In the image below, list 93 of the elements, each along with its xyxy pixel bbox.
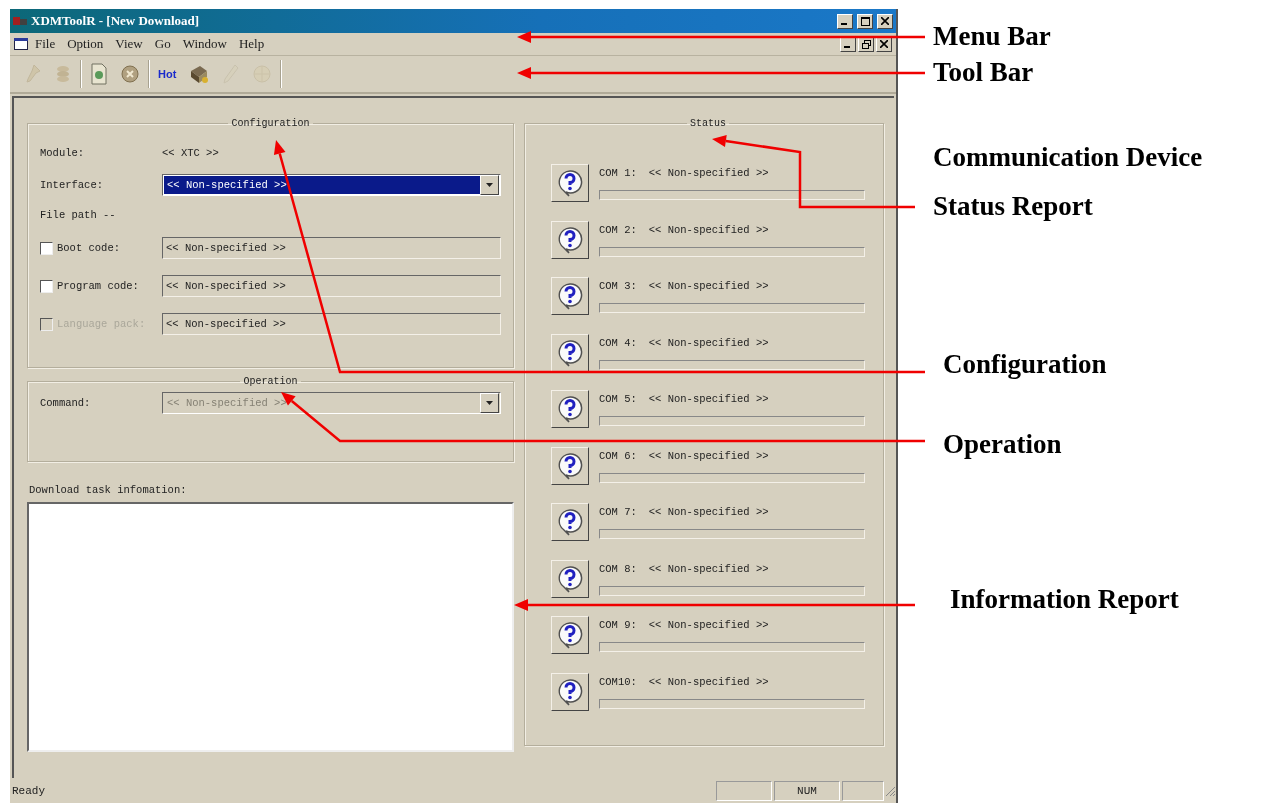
field-label: Interface:	[40, 179, 104, 191]
toolbar-button[interactable]: Hot	[154, 66, 181, 82]
port-label: COM10:	[599, 675, 637, 688]
close-button[interactable]	[877, 13, 893, 29]
port-status: << Non-specified >>	[648, 167, 769, 179]
pushpin-icon	[24, 63, 42, 85]
port-button[interactable]	[551, 446, 589, 485]
port-label: COM 5:	[599, 393, 637, 405]
callout-label: Communication Device	[933, 143, 1203, 173]
close-icon	[880, 40, 888, 48]
menu-item[interactable]: Help	[233, 36, 270, 52]
callout-label: Status Report	[933, 192, 1093, 222]
info-label: Download task infomation:	[29, 484, 188, 496]
port-status: << Non-specified >>	[648, 280, 769, 292]
port-button[interactable]	[551, 672, 589, 711]
resize-grip-icon	[884, 784, 896, 797]
document-icon	[14, 38, 28, 50]
port-button[interactable]	[551, 220, 589, 259]
port-button[interactable]	[551, 503, 589, 541]
close-icon	[881, 17, 889, 25]
menu-item[interactable]: File	[30, 36, 61, 52]
menu-item[interactable]: View	[110, 36, 148, 52]
help-bubble-icon	[557, 169, 583, 197]
checkbox-label: Boot code:	[57, 242, 120, 254]
maximize-button[interactable]	[857, 13, 873, 29]
coins-icon	[54, 63, 72, 85]
help-bubble-icon	[557, 451, 583, 480]
restore-icon	[861, 39, 871, 49]
callout-label: Menu Bar	[933, 22, 1051, 52]
file-path-field[interactable]: << Non-specified >>	[162, 275, 501, 297]
port-label: COM 2:	[599, 223, 637, 236]
port-status: << Non-specified >>	[648, 506, 769, 518]
circle-icon	[120, 64, 140, 84]
help-bubble-icon	[557, 621, 583, 649]
checkbox-label: Program code:	[57, 280, 139, 292]
port-label: COM 4:	[599, 336, 637, 349]
interface-dropdown[interactable]: << Non-specified >>	[162, 174, 501, 196]
callout-label: Tool Bar	[933, 58, 1034, 88]
port-label: COM 6:	[599, 449, 637, 462]
field-label: File path --	[40, 209, 117, 221]
help-bubble-icon	[557, 225, 583, 254]
field-label: Command:	[40, 397, 92, 409]
checkbox[interactable]	[40, 279, 53, 293]
globe-icon	[252, 64, 273, 84]
menu-item[interactable]: Option	[62, 36, 109, 52]
window-title: XDMToolR - [New Download]	[31, 13, 201, 29]
port-status: << Non-specified >>	[648, 336, 769, 349]
port-status: << Non-specified >>	[648, 562, 769, 575]
callout-label: Configuration	[943, 350, 1107, 380]
port-status: << Non-specified >>	[648, 449, 769, 462]
port-status: << Non-specified >>	[648, 619, 769, 631]
help-bubble-icon	[557, 282, 583, 310]
port-button[interactable]	[551, 616, 589, 654]
module-value: << XTC >>	[162, 147, 219, 159]
port-button[interactable]	[551, 164, 589, 202]
port-status: << Non-specified >>	[648, 393, 769, 405]
help-bubble-icon	[557, 395, 583, 423]
checkbox[interactable]	[40, 241, 53, 255]
status-indicator: NUM	[774, 780, 840, 801]
port-button[interactable]	[551, 277, 589, 315]
port-label: COM 8:	[599, 562, 637, 575]
port-label: COM 3:	[599, 280, 637, 292]
file-path-field[interactable]: << Non-specified >>	[162, 237, 501, 259]
status-pane	[842, 780, 884, 801]
port-button[interactable]	[551, 390, 589, 428]
chip-icon	[188, 63, 211, 85]
minimize-button[interactable]	[837, 13, 853, 29]
port-label: COM 1:	[599, 167, 637, 179]
port-status: << Non-specified >>	[648, 223, 769, 236]
help-bubble-icon	[557, 564, 583, 593]
status-message: Ready	[12, 784, 45, 797]
caret-icon	[486, 183, 493, 187]
caret-icon	[486, 401, 493, 405]
menu-item[interactable]: Go	[149, 36, 176, 52]
document-icon	[90, 63, 108, 85]
port-status: << Non-specified >>	[648, 675, 769, 688]
group-title: Operation	[242, 376, 299, 387]
maximize-icon	[860, 16, 870, 26]
callout-label: Information Report	[950, 585, 1179, 615]
port-label: COM 7:	[599, 506, 637, 518]
callout-label: Operation	[943, 430, 1062, 460]
port-button[interactable]	[551, 333, 589, 372]
port-button[interactable]	[551, 559, 589, 598]
field-label: Module:	[40, 147, 86, 159]
status-pane	[716, 780, 772, 801]
app-icon	[13, 15, 27, 27]
menu-item[interactable]: Window	[177, 36, 232, 52]
port-label: COM 9:	[599, 619, 637, 631]
help-bubble-icon	[557, 338, 583, 367]
group-title: Configuration	[230, 118, 311, 129]
help-bubble-icon	[557, 677, 583, 706]
help-bubble-icon	[557, 508, 583, 536]
group-title: Status	[689, 118, 727, 129]
